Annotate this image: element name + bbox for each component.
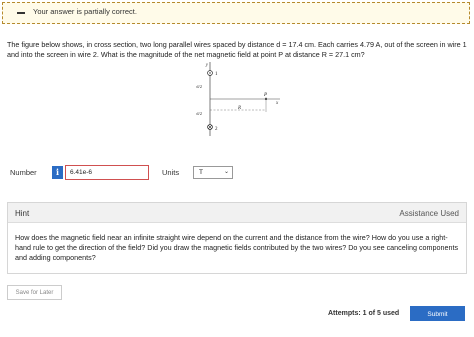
submit-answer-button[interactable]: Submit Answer: [410, 306, 465, 333]
units-selected-value: T: [199, 169, 203, 176]
info-icon[interactable]: i: [52, 166, 63, 179]
x-axis-label: x: [275, 101, 279, 106]
attempts-counter: Attempts: 1 of 5 used: [328, 310, 400, 317]
r-label: R: [237, 106, 241, 111]
question-text: The figure below shows, in cross section…: [7, 40, 467, 59]
y-axis-label: y: [205, 63, 209, 68]
wires-figure: y x 1 2 d/2 d/2 R P: [196, 62, 280, 136]
hint-title: Hint: [15, 209, 30, 218]
status-message: Your answer is partially correct.: [33, 7, 137, 16]
half-d-lower-label: d/2: [196, 111, 202, 116]
answer-input[interactable]: 6.41e-6: [65, 165, 149, 180]
hint-text: How does the magnetic field near an infi…: [15, 233, 459, 262]
units-label: Units: [162, 168, 180, 177]
hint-header[interactable]: Hint Assistance Used: [8, 203, 466, 223]
number-label: Number: [10, 168, 37, 177]
wire1-dot: [209, 72, 211, 74]
units-select[interactable]: T ⌄: [193, 166, 233, 179]
half-d-upper-label: d/2: [196, 84, 202, 89]
partial-correct-banner: Your answer is partially correct.: [2, 2, 470, 24]
wire2-label: 2: [215, 127, 218, 132]
dash-icon: [17, 12, 25, 14]
wire1-label: 1: [215, 72, 218, 77]
chevron-down-icon: ⌄: [223, 169, 229, 175]
answer-row: Number i 6.41e-6 Units T ⌄: [0, 165, 474, 181]
point-p-label: P: [263, 93, 267, 98]
assistance-used-label: Assistance Used: [399, 209, 459, 218]
hint-panel: Hint Assistance Used How does the magnet…: [7, 202, 467, 274]
point-p-dot: [265, 98, 267, 100]
save-for-later-button[interactable]: Save for Later: [7, 285, 62, 300]
